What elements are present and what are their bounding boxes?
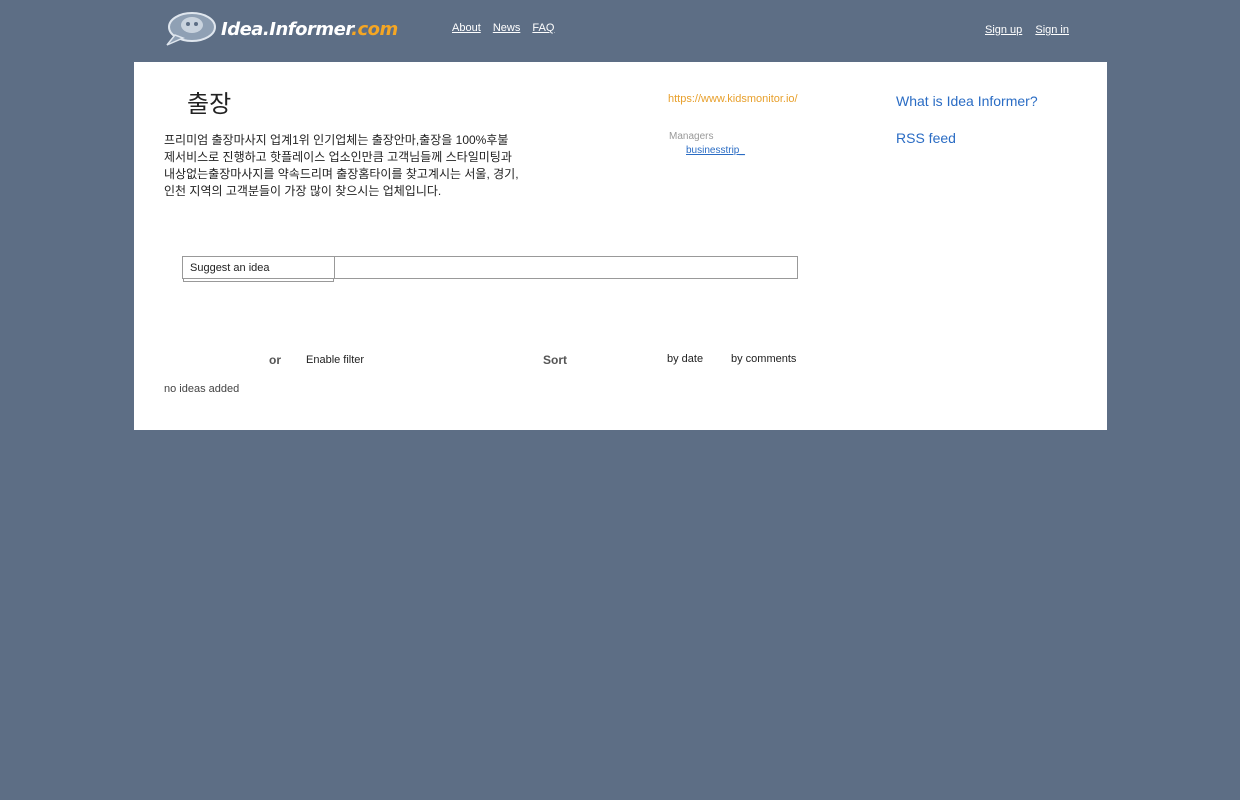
nav-about-link[interactable]: About [452, 22, 481, 34]
nav-news-link[interactable]: News [493, 22, 521, 34]
what-is-idea-informer-link[interactable]: What is Idea Informer? [896, 93, 1038, 109]
no-ideas-message: no ideas added [164, 383, 240, 395]
project-url-link[interactable]: https://www.kidsmonitor.io/ [668, 93, 798, 105]
suggest-idea-tab[interactable]: Suggest an idea [182, 256, 335, 279]
auth-navigation: Sign up Sign in [975, 24, 1069, 36]
project-title: 출장 [187, 91, 232, 118]
top-navigation: About News FAQ [452, 22, 563, 34]
sign-in-link[interactable]: Sign in [1035, 24, 1069, 36]
site-header: Idea.Informer.com About News FAQ Sign up… [0, 0, 1240, 62]
enable-filter-link[interactable]: Enable filter [306, 354, 364, 366]
logo[interactable]: Idea.Informer.com [165, 10, 398, 48]
sort-by-comments-link[interactable]: by comments [731, 353, 796, 365]
speech-bubble-icon [165, 11, 217, 47]
manager-link[interactable]: businesstrip_ [686, 145, 745, 156]
or-label: or [269, 353, 281, 367]
managers-label: Managers [669, 131, 714, 142]
logo-text: Idea.Informer.com [221, 18, 398, 40]
sign-up-link[interactable]: Sign up [985, 24, 1022, 36]
rss-feed-link[interactable]: RSS feed [896, 130, 956, 146]
project-description: 프리미엄 출장마사지 업계1위 인기업체는 출장안마,출장을 100%후불제서비… [164, 133, 519, 198]
main-panel: 출장 프리미엄 출장마사지 업계1위 인기업체는 출장안마,출장을 100%후불… [134, 62, 1107, 430]
suggest-idea-input[interactable] [334, 256, 798, 279]
sort-label: Sort [543, 353, 567, 367]
suggest-tab-underline [183, 279, 334, 282]
suggest-idea-form: Suggest an idea [182, 256, 798, 282]
sort-by-date-link[interactable]: by date [667, 353, 703, 365]
nav-faq-link[interactable]: FAQ [532, 22, 554, 34]
